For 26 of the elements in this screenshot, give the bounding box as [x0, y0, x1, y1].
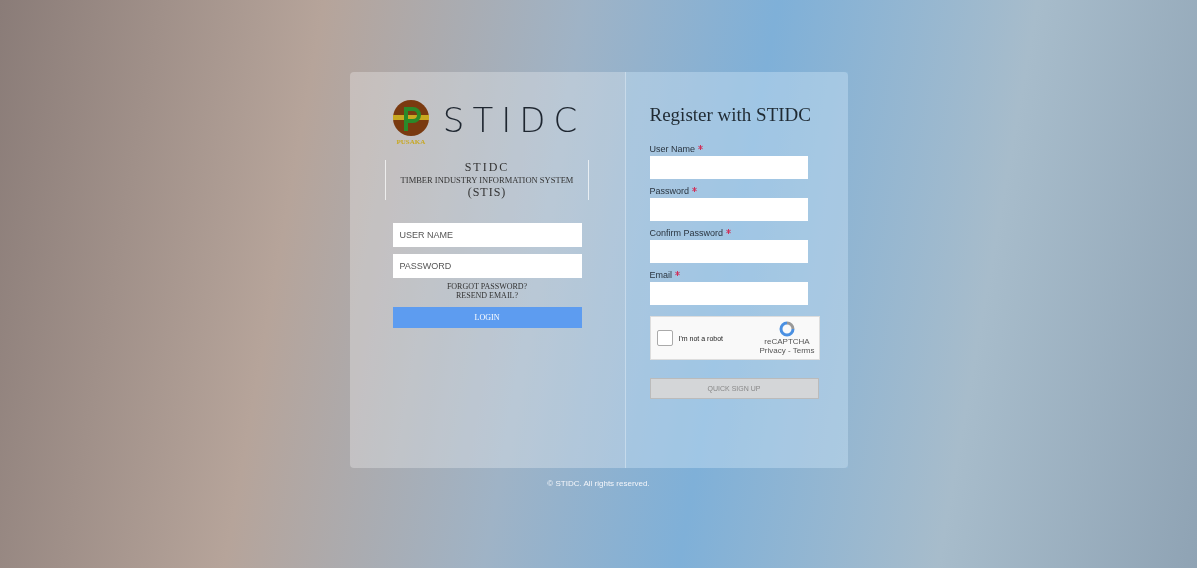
required-asterisk-icon: [726, 229, 732, 234]
input-field[interactable]: [649, 156, 808, 179]
system-name: TIMBER INDUSTRY INFORMATION SYSTEM: [400, 175, 574, 185]
text-link[interactable]: RESEND EMAIL?: [456, 291, 518, 300]
system-acronym: (STIS): [467, 185, 507, 200]
captcha-links[interactable]: Privacy - Terms: [759, 346, 815, 355]
register-title: Register with STIDC: [649, 104, 812, 126]
logo-text: STIDC: [442, 100, 586, 140]
field-label: Email: [649, 270, 848, 280]
captcha-brand: reCAPTCHA: [764, 337, 810, 346]
input-field[interactable]: [649, 240, 808, 263]
copyright-text: © STIDC. All rights reserved.: [547, 479, 650, 488]
input-field[interactable]: [649, 282, 808, 305]
field-label: User Name: [649, 144, 848, 154]
captcha-checkbox[interactable]: [656, 330, 673, 346]
captcha-logo-icon: [779, 321, 795, 337]
input-field[interactable]: [649, 198, 808, 221]
field-label: Confirm Password: [649, 228, 848, 238]
org-name: STIDC: [464, 160, 510, 175]
field-label: Password: [649, 186, 848, 196]
required-asterisk-icon: [675, 271, 680, 276]
login-input-field[interactable]: PASSWORD: [392, 254, 582, 278]
required-asterisk-icon: [692, 187, 697, 192]
required-asterisk-icon: [698, 145, 703, 150]
text-link[interactable]: FORGOT PASSWORD?: [446, 282, 528, 291]
login-input-field[interactable]: USER NAME: [392, 223, 582, 247]
